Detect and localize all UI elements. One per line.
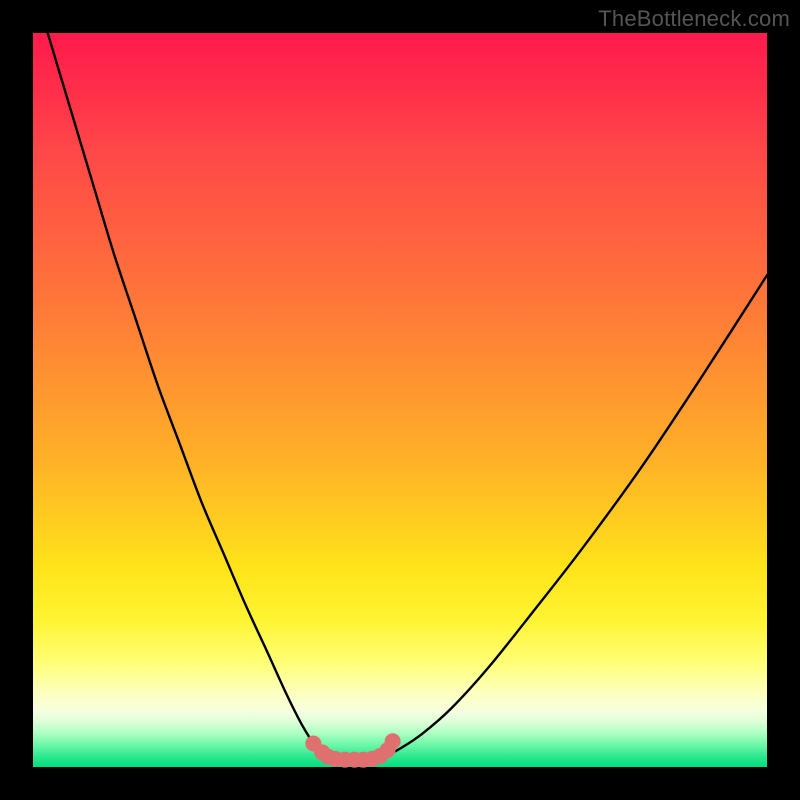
bottleneck-curve (48, 33, 767, 760)
plot-area (33, 33, 767, 767)
valley-marker (385, 733, 401, 749)
chart-frame: TheBottleneck.com (0, 0, 800, 800)
curve-layer (33, 33, 767, 767)
watermark-text: TheBottleneck.com (598, 6, 790, 32)
